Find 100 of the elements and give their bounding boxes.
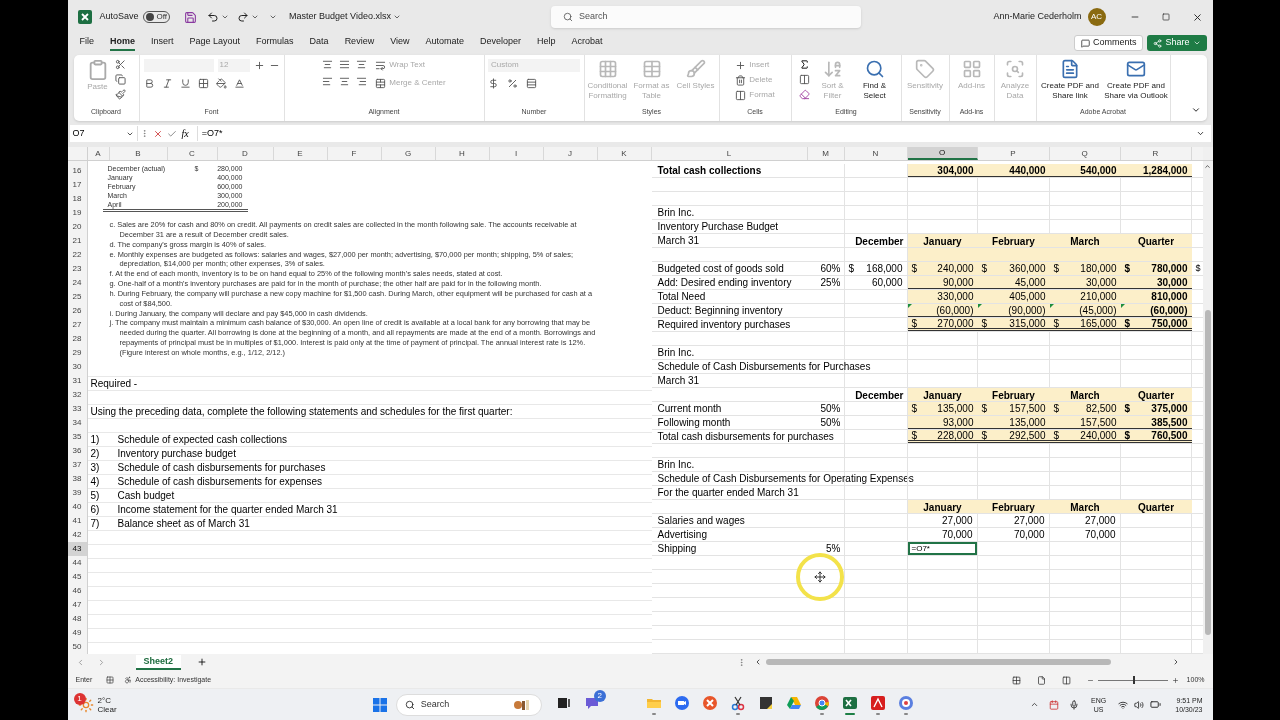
page-break-icon[interactable]: [1061, 675, 1071, 685]
user-avatar[interactable]: AC: [1087, 8, 1106, 26]
expand-icon[interactable]: [1195, 129, 1205, 138]
underline-icon[interactable]: [179, 78, 191, 89]
calendar-icon[interactable]: [1049, 699, 1060, 710]
browser-icon[interactable]: [813, 694, 830, 711]
caret-icon[interactable]: [221, 13, 230, 21]
sheet-tab[interactable]: Sheet2: [135, 654, 181, 670]
fill-color-icon[interactable]: [215, 78, 227, 89]
row-header[interactable]: 35: [67, 430, 87, 444]
formula-field[interactable]: =O7*: [196, 126, 1196, 141]
decimal-icon[interactable]: [526, 78, 537, 89]
comments-button[interactable]: Comments: [1073, 35, 1144, 51]
row-header[interactable]: 27: [67, 318, 87, 332]
enter-icon[interactable]: [166, 128, 177, 139]
middle-align-icon[interactable]: [339, 59, 351, 70]
pdf-app-icon[interactable]: [869, 694, 886, 711]
ribbon-button[interactable]: Find & Select: [855, 59, 894, 101]
cut-icon[interactable]: [114, 59, 126, 70]
percent-icon[interactable]: [507, 78, 518, 89]
row-header[interactable]: 46: [67, 584, 87, 598]
row-header[interactable]: 33: [67, 402, 87, 416]
sticky-note-icon[interactable]: [757, 694, 774, 711]
format-painter-icon[interactable]: [114, 89, 126, 100]
row-header[interactable]: 40: [67, 500, 87, 514]
row-header[interactable]: 47: [67, 598, 87, 612]
align-center-icon[interactable]: [339, 76, 351, 87]
row-header[interactable]: 45: [67, 570, 87, 584]
battery-icon[interactable]: [1150, 699, 1162, 710]
row-header[interactable]: 39: [67, 486, 87, 500]
row-header[interactable]: 20: [67, 220, 87, 234]
add-sheet-icon[interactable]: [197, 657, 207, 667]
row-header[interactable]: 49: [67, 626, 87, 640]
row-header[interactable]: 28: [67, 332, 87, 346]
column-header[interactable]: R: [1120, 147, 1192, 160]
file-name[interactable]: Master Budget Video.xlsx: [289, 10, 391, 24]
video-app-icon[interactable]: [673, 694, 690, 711]
camera-app-icon[interactable]: [897, 694, 914, 711]
row-header[interactable]: 42: [67, 528, 87, 542]
row-header[interactable]: 48: [67, 612, 87, 626]
microphone-icon[interactable]: [1069, 699, 1080, 710]
app-icon[interactable]: [701, 694, 718, 711]
row-header[interactable]: 36: [67, 444, 87, 458]
row-header[interactable]: 44: [67, 556, 87, 570]
menu-tab[interactable]: View: [390, 35, 410, 51]
sum-icon[interactable]: [798, 59, 810, 70]
menu-tab[interactable]: Review: [344, 35, 375, 51]
menu-tab[interactable]: Formulas: [256, 35, 294, 51]
normal-view-icon[interactable]: [1011, 675, 1021, 685]
menu-tab[interactable]: File: [79, 35, 94, 51]
currency-icon[interactable]: [488, 78, 499, 89]
column-header[interactable]: H: [435, 147, 490, 160]
ribbon-button[interactable]: Create PDF and Share via Outlook: [1104, 59, 1168, 101]
italic-icon[interactable]: [161, 78, 173, 89]
ribbon-button[interactable]: Create PDF and Share link: [1038, 59, 1102, 101]
row-header[interactable]: 19: [67, 206, 87, 220]
menu-tab[interactable]: Help: [537, 35, 556, 51]
cancel-icon[interactable]: [152, 128, 163, 139]
zoom-in-icon[interactable]: [1171, 676, 1179, 684]
close-icon[interactable]: [1191, 11, 1203, 23]
drive-icon[interactable]: [785, 694, 802, 711]
column-header[interactable]: G: [381, 147, 436, 160]
column-header[interactable]: J: [543, 147, 598, 160]
column-header[interactable]: I: [489, 147, 544, 160]
wifi-icon[interactable]: [1118, 699, 1129, 710]
top-align-icon[interactable]: [322, 59, 334, 70]
row-header[interactable]: 23: [67, 262, 87, 276]
column-header[interactable]: C: [167, 147, 218, 160]
snipping-tool-icon[interactable]: [729, 694, 746, 711]
redo-icon[interactable]: [237, 11, 250, 23]
column-header[interactable]: E: [273, 147, 328, 160]
row-header[interactable]: 38: [67, 472, 87, 486]
zoom-slider[interactable]: [1097, 676, 1168, 684]
caret-icon[interactable]: [392, 13, 401, 21]
name-box[interactable]: O7: [69, 126, 138, 141]
row-header[interactable]: 22: [67, 248, 87, 262]
tray-expand-icon[interactable]: [1030, 700, 1040, 709]
scrollbar-thumb[interactable]: [1204, 310, 1211, 635]
grow-font-icon[interactable]: [253, 60, 265, 71]
search-field[interactable]: Search: [550, 6, 861, 28]
taskbar-search-field[interactable]: Search: [395, 693, 542, 716]
column-header[interactable]: L: [651, 147, 808, 160]
menu-tab[interactable]: Acrobat: [571, 35, 603, 51]
row-header[interactable]: 21: [67, 234, 87, 248]
column-header[interactable]: B: [109, 147, 168, 160]
page-layout-icon[interactable]: [1036, 675, 1046, 685]
undo-icon[interactable]: [207, 11, 220, 23]
fill-icon[interactable]: [798, 74, 810, 85]
cell-editor[interactable]: =O7*: [907, 542, 977, 555]
row-header[interactable]: 17: [67, 178, 87, 192]
bottom-align-icon[interactable]: [356, 59, 368, 70]
menu-tab[interactable]: Home: [110, 35, 136, 51]
copy-icon[interactable]: [114, 74, 126, 85]
bold-icon[interactable]: [143, 78, 155, 89]
share-button[interactable]: Share: [1147, 35, 1207, 51]
save-icon[interactable]: [184, 10, 198, 24]
row-header[interactable]: 34: [67, 416, 87, 430]
menu-tab[interactable]: Insert: [151, 35, 174, 51]
volume-icon[interactable]: [1134, 699, 1145, 710]
insert-function-button[interactable]: fx: [181, 126, 189, 141]
